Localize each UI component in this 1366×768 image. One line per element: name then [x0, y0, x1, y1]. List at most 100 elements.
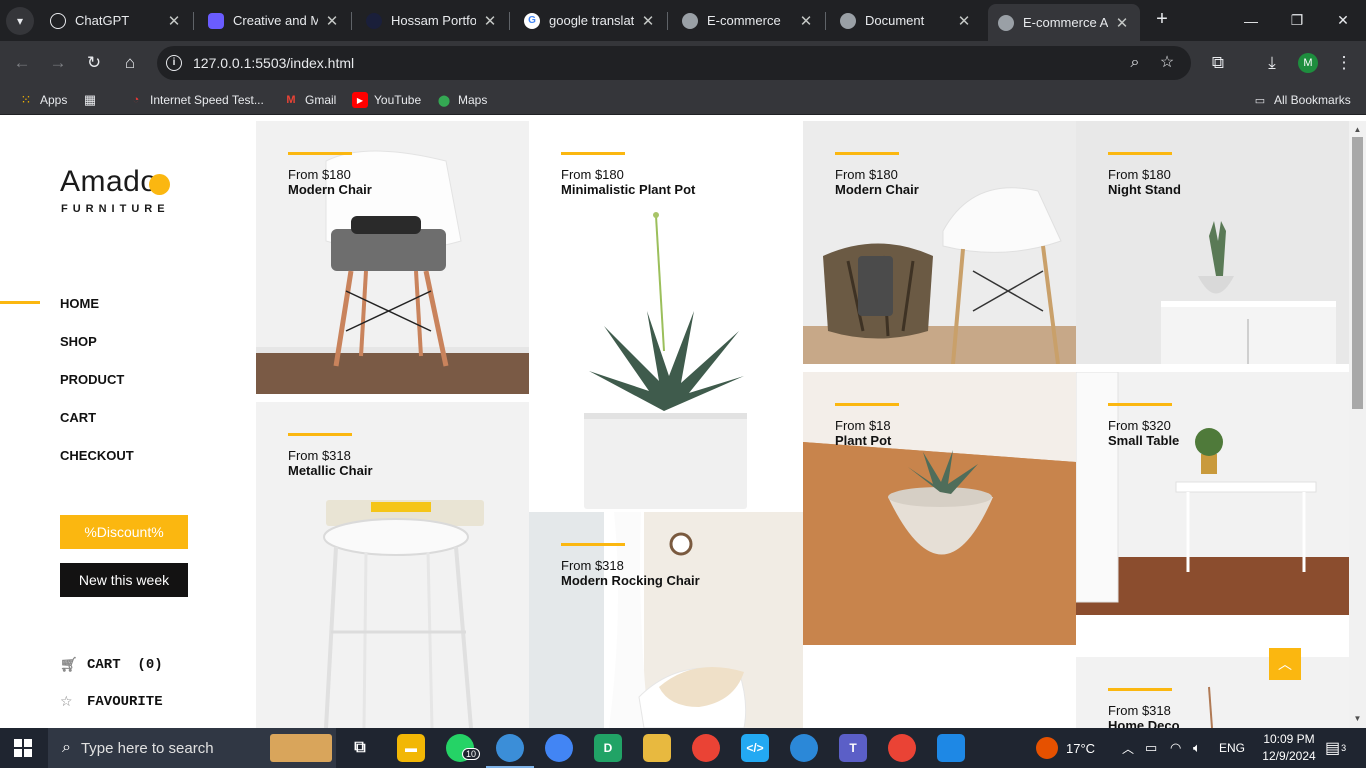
restore-icon[interactable]: ❐: [1274, 0, 1320, 41]
page-scrollbar[interactable]: ▲ ▼: [1349, 121, 1366, 728]
system-clock[interactable]: 10:09 PM 12/9/2024: [1256, 731, 1322, 765]
favourite-link[interactable]: ☆ FAVOURITE: [60, 694, 163, 710]
product-name[interactable]: Small Table: [1108, 433, 1179, 448]
product-card[interactable]: From $318 Modern Rocking Chair: [529, 512, 803, 728]
windows-taskbar: ⌕ Type here to search ⧉ ▬ 10 D </> T 17°…: [0, 728, 1366, 768]
product-name[interactable]: Modern Chair: [835, 182, 919, 197]
tab-title: Creative and Mi: [233, 13, 318, 28]
chrome-icon[interactable]: [545, 734, 573, 762]
weather-widget[interactable]: 17°C: [1036, 728, 1095, 768]
browser-tab-bar: ▾ ChatGPT ✕ Creative and Mi ✕ Hossam Por…: [0, 0, 1366, 41]
vscode-icon[interactable]: </>: [741, 734, 769, 762]
photos-icon[interactable]: [937, 734, 965, 762]
profile-avatar[interactable]: M: [1298, 53, 1318, 73]
close-tab-icon[interactable]: ✕: [482, 12, 498, 30]
extensions-icon[interactable]: ⧉: [1206, 51, 1230, 75]
chevron-up-icon: ︿: [1278, 656, 1292, 672]
close-tab-icon[interactable]: ✕: [166, 12, 182, 30]
tab-search-chevron-icon[interactable]: ▾: [6, 7, 34, 35]
scroll-down-arrow-icon[interactable]: ▼: [1353, 714, 1362, 723]
chrome-alt-icon[interactable]: [692, 734, 720, 762]
product-name[interactable]: Night Stand: [1108, 182, 1181, 197]
close-tab-icon[interactable]: ✕: [324, 12, 340, 30]
product-card[interactable]: From $180 Minimalistic Plant Pot: [529, 121, 803, 509]
browser-tab[interactable]: ChatGPT ✕: [40, 4, 192, 37]
bookmark-gmail[interactable]: M Gmail: [283, 91, 336, 109]
reload-icon[interactable]: ↻: [82, 51, 106, 75]
close-tab-icon[interactable]: ✕: [798, 12, 814, 30]
scrollbar-thumb[interactable]: [1352, 137, 1363, 409]
browser-tab[interactable]: Creative and Mi ✕: [198, 4, 350, 37]
product-name[interactable]: Minimalistic Plant Pot: [561, 182, 695, 197]
chrome-third-icon[interactable]: [888, 734, 916, 762]
address-bar[interactable]: i 127.0.0.1:5503/index.html ⌕ ☆: [157, 46, 1191, 80]
product-card[interactable]: From $318 Metallic Chair: [256, 402, 529, 728]
url-text[interactable]: 127.0.0.1:5503/index.html: [193, 55, 354, 71]
close-tab-icon[interactable]: ✕: [1114, 14, 1130, 32]
nav-shop[interactable]: SHOP: [60, 334, 97, 349]
browser-tab[interactable]: Hossam Portfoli ✕: [356, 4, 508, 37]
product-card[interactable]: From $318 Home Deco: [1076, 657, 1349, 728]
product-name[interactable]: Metallic Chair: [288, 463, 373, 478]
volume-icon[interactable]: 🔈︎: [1193, 728, 1201, 768]
menu-icon[interactable]: ⋮: [1332, 51, 1356, 75]
back-icon[interactable]: ←: [10, 51, 34, 75]
wifi-icon[interactable]: ◠: [1170, 728, 1181, 768]
nav-checkout[interactable]: CHECKOUT: [60, 448, 134, 463]
tools-icon[interactable]: [643, 734, 671, 762]
product-name[interactable]: Home Deco: [1108, 718, 1180, 728]
product-name[interactable]: Modern Chair: [288, 182, 372, 197]
site-info-icon[interactable]: i: [166, 55, 182, 71]
bookmark-apps[interactable]: ⁙ Apps: [18, 91, 68, 109]
browser-tab[interactable]: G google translate ✕: [514, 4, 666, 37]
close-tab-icon[interactable]: ✕: [956, 12, 972, 30]
all-bookmarks[interactable]: ▭ All Bookmarks: [1252, 91, 1351, 109]
teams-icon[interactable]: T: [839, 734, 867, 762]
scroll-up-arrow-icon[interactable]: ▲: [1353, 125, 1362, 134]
product-name[interactable]: Modern Rocking Chair: [561, 573, 700, 588]
minimize-icon[interactable]: —: [1228, 0, 1274, 41]
zoom-icon[interactable]: ⌕: [1125, 53, 1145, 73]
product-name[interactable]: Plant Pot: [835, 433, 891, 448]
chrome-profile-m-icon[interactable]: [496, 734, 524, 762]
product-card[interactable]: From $180 Modern Chair: [256, 121, 529, 394]
browser-tab[interactable]: Document ✕: [830, 4, 982, 37]
bookmark-speed-test[interactable]: ◔ Internet Speed Test...: [128, 91, 264, 109]
logo[interactable]: Amado: [60, 165, 158, 199]
product-card[interactable]: From $180 Night Stand: [1076, 121, 1349, 364]
product-card[interactable]: From $18 Plant Pot: [803, 372, 1076, 645]
show-hidden-icons[interactable]: ︿: [1122, 728, 1134, 768]
windows-start-icon[interactable]: [14, 739, 32, 757]
close-tab-icon[interactable]: ✕: [640, 12, 656, 30]
bookmark-youtube[interactable]: ▶ YouTube: [352, 91, 421, 109]
cart-link[interactable]: 🛒︎ CART (0): [60, 657, 163, 673]
file-explorer-icon[interactable]: ▬: [397, 734, 425, 762]
webcam-app-icon[interactable]: [790, 734, 818, 762]
home-icon[interactable]: ⌂: [118, 51, 142, 75]
browser-tab-active[interactable]: E-commerce Am ✕: [988, 4, 1140, 41]
new-tab-icon[interactable]: +: [1150, 7, 1174, 31]
notifications-button[interactable]: ▤ 3: [1325, 728, 1346, 768]
browser-tab[interactable]: E-commerce ✕: [672, 4, 824, 37]
bookmark-tab-groups[interactable]: ▦: [82, 91, 104, 109]
battery-icon[interactable]: ▭: [1145, 728, 1157, 768]
nav-home[interactable]: HOME: [60, 296, 99, 311]
cart-icon: 🛒︎: [60, 657, 78, 673]
bookmark-maps[interactable]: ⬤ Maps: [436, 91, 488, 109]
discount-button[interactable]: %Discount%: [60, 515, 188, 549]
scroll-to-top-button[interactable]: ︿: [1269, 648, 1301, 680]
bookmark-star-icon[interactable]: ☆: [1157, 53, 1177, 73]
task-view-icon[interactable]: ⧉: [346, 734, 374, 762]
product-card[interactable]: From $320 Small Table: [1076, 372, 1349, 615]
product-card[interactable]: From $180 Modern Chair: [803, 121, 1076, 364]
nav-product[interactable]: PRODUCT: [60, 372, 124, 387]
close-window-icon[interactable]: ✕: [1320, 0, 1366, 41]
d-app-icon[interactable]: D: [594, 734, 622, 762]
new-this-week-button[interactable]: New this week: [60, 563, 188, 597]
search-highlight-icon[interactable]: [270, 734, 332, 762]
forward-icon[interactable]: →: [46, 51, 70, 75]
active-nav-indicator: [0, 301, 40, 304]
language-indicator[interactable]: ENG: [1219, 728, 1245, 768]
download-icon[interactable]: ⤓: [1260, 51, 1284, 75]
nav-cart[interactable]: CART: [60, 410, 96, 425]
